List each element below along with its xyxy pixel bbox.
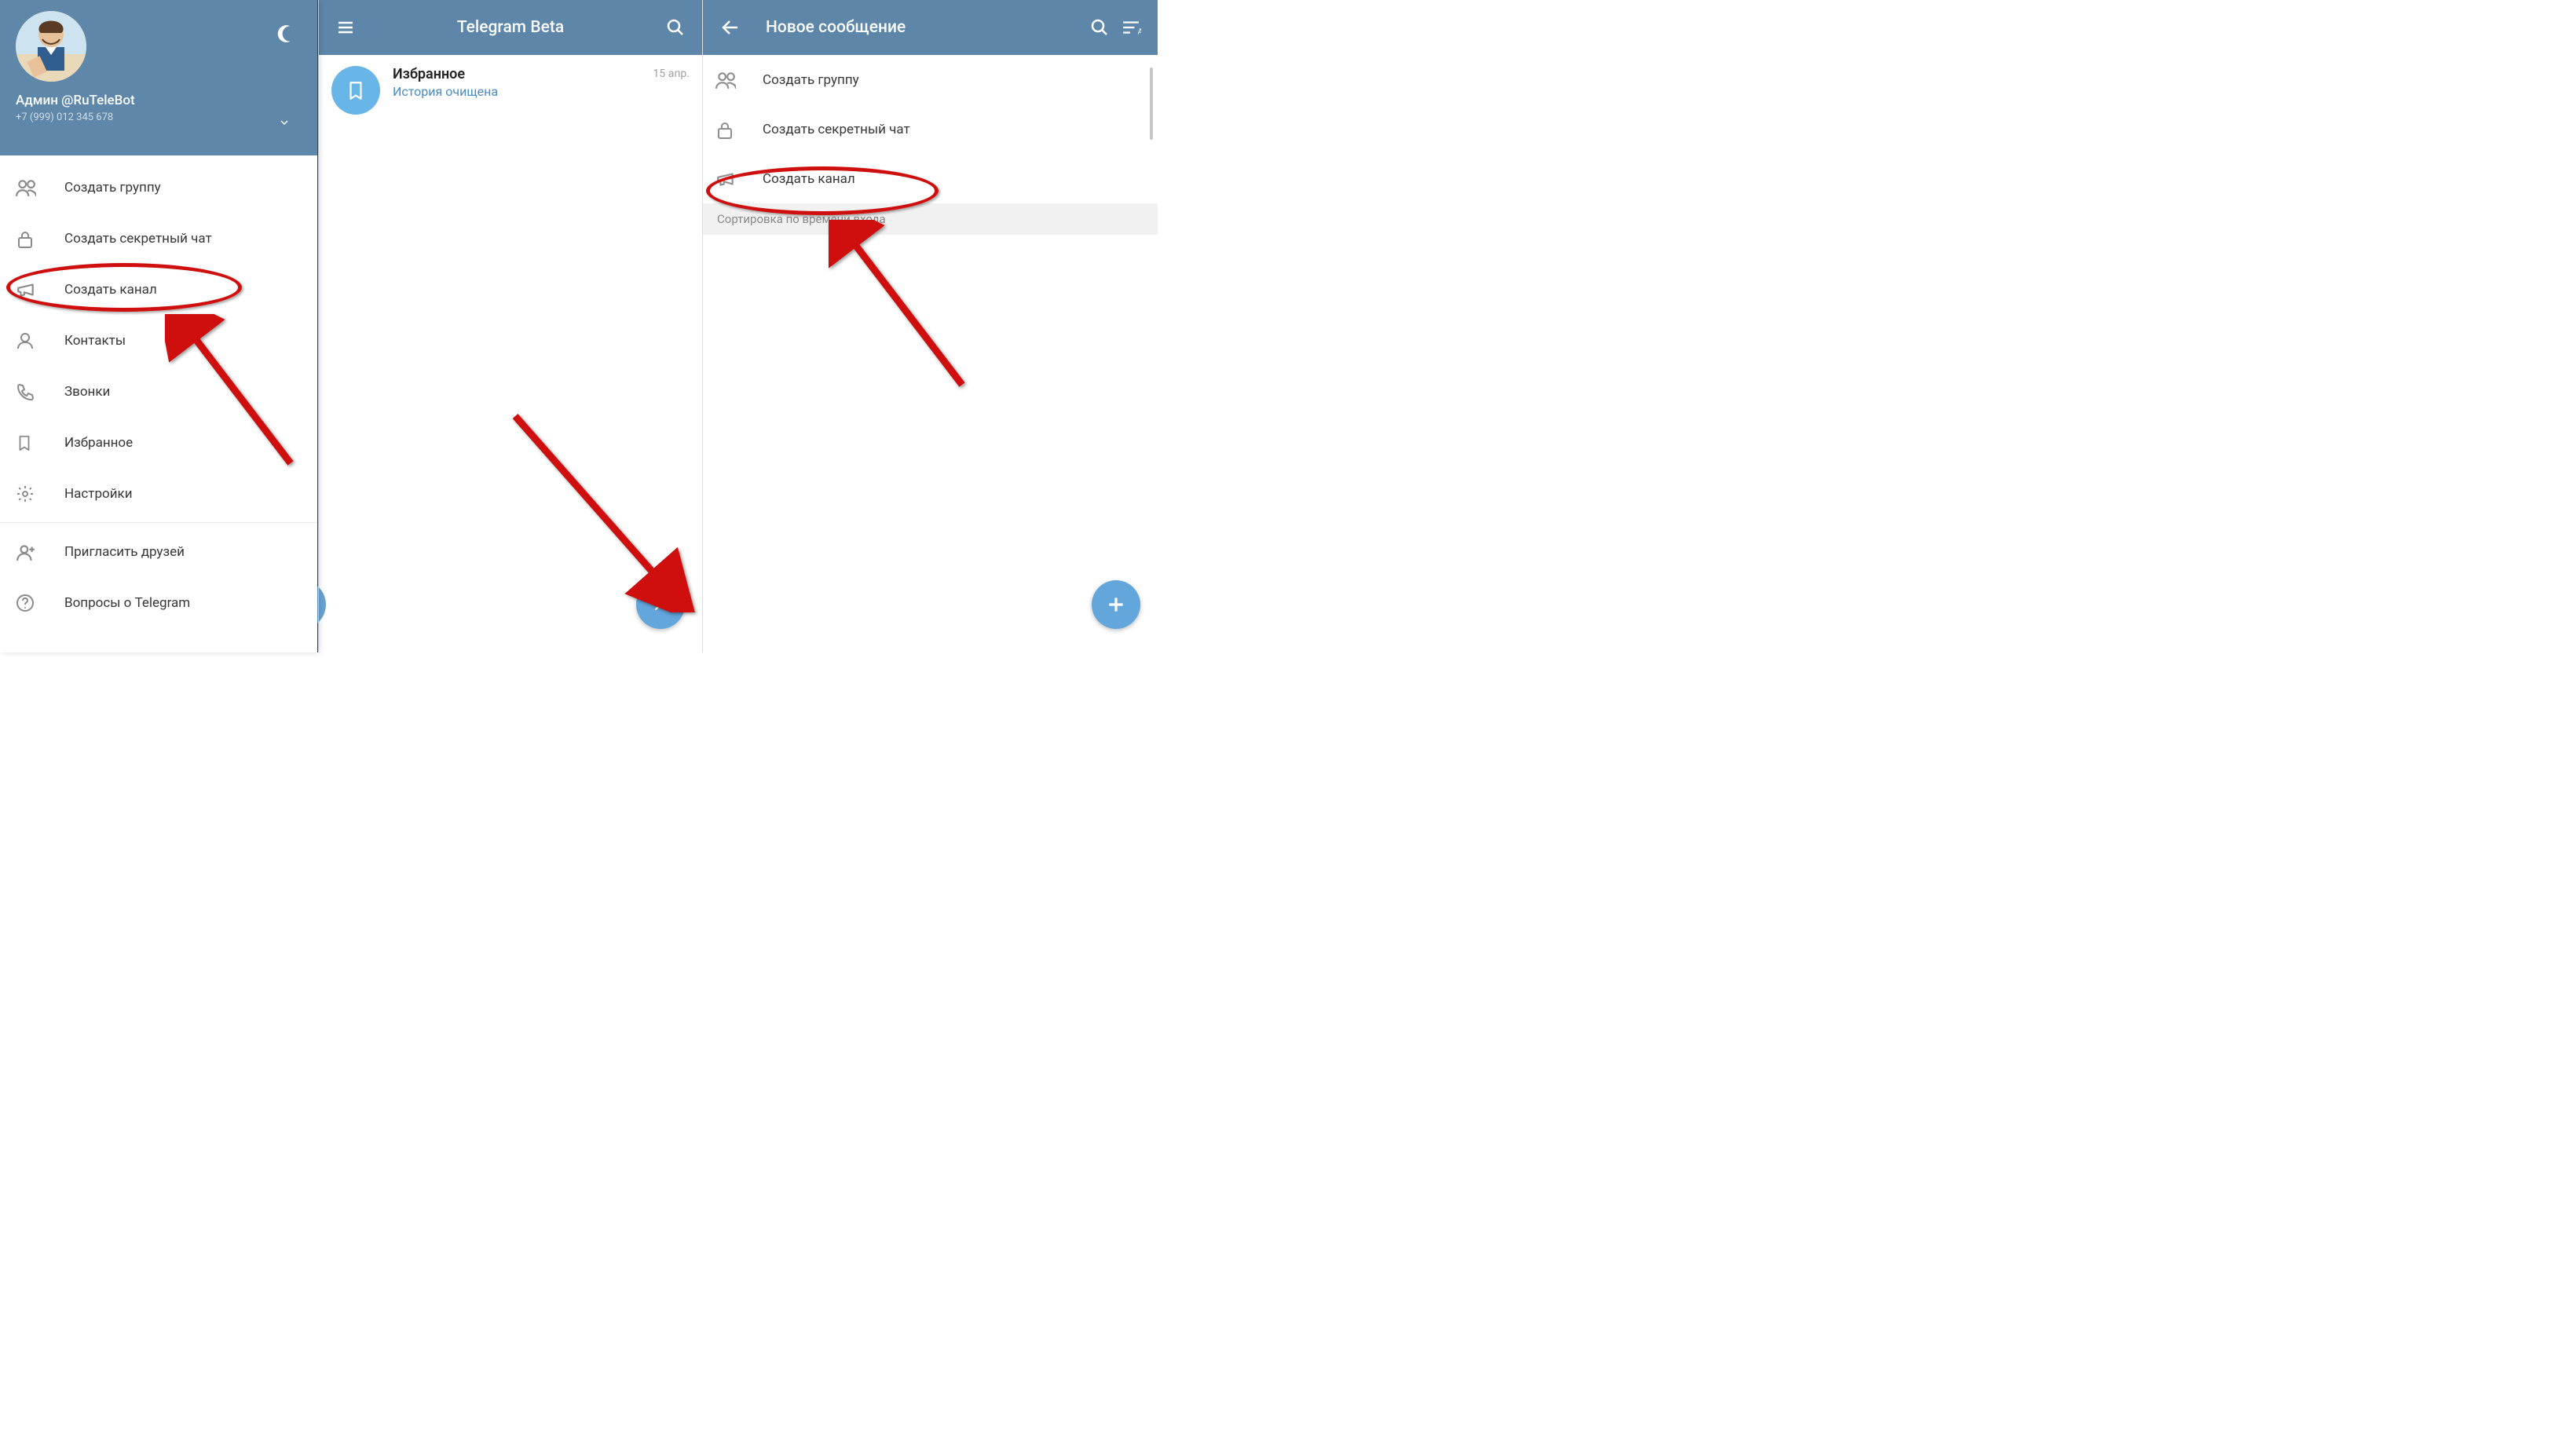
option-create-secret-chat[interactable]: Создать секретный чат [703, 104, 1158, 154]
menu-settings[interactable]: Настройки [0, 468, 317, 519]
back-icon[interactable] [714, 18, 745, 37]
screen-title: Новое сообщение [766, 18, 1084, 37]
drawer-menu: Создать группу Создать секретный чат Соз… [0, 155, 317, 628]
menu-label: Вопросы о Telegram [64, 595, 190, 611]
gear-icon [16, 484, 64, 503]
option-label: Создать группу [763, 72, 859, 88]
search-icon[interactable] [1084, 18, 1115, 37]
menu-invite[interactable]: Пригласить друзей [0, 526, 317, 577]
scrollbar-hint [1150, 68, 1153, 140]
menu-calls[interactable]: Звонки [0, 366, 317, 417]
contact-icon [16, 331, 64, 350]
option-label: Создать секретный чат [763, 122, 910, 137]
panel-chatlist: Telegram Beta Избранное История очищена … [318, 0, 702, 652]
menu-label: Создать секретный чат [64, 231, 212, 247]
lock-icon [16, 229, 64, 248]
navigation-drawer: Админ @RuTeleBot +7 (999) 012 345 678 Со… [0, 0, 317, 652]
menu-create-group[interactable]: Создать группу [0, 162, 317, 213]
help-icon [16, 594, 64, 612]
menu-label: Контакты [64, 333, 126, 349]
megaphone-icon [16, 280, 64, 300]
option-label: Создать канал [763, 171, 855, 187]
search-icon[interactable] [660, 18, 691, 37]
annotation-arrow [829, 220, 986, 400]
menu-faq[interactable]: Вопросы о Telegram [0, 577, 317, 628]
menu-create-secret-chat[interactable]: Создать секретный чат [0, 213, 317, 264]
menu-divider [0, 522, 317, 523]
menu-label: Настройки [64, 486, 133, 502]
chat-row-saved[interactable]: Избранное История очищена 15 апр. [319, 55, 702, 122]
topbar: Telegram Beta [319, 0, 702, 55]
menu-label: Создать группу [64, 180, 161, 196]
lock-icon [715, 120, 763, 139]
phone-icon [16, 382, 64, 401]
saved-avatar [331, 66, 380, 115]
chat-subtitle: История очищена [393, 84, 653, 99]
sort-section-header: Сортировка по времени входа [703, 203, 1158, 235]
panel-new-message: Новое сообщение Создать группу Создать с… [702, 0, 1158, 652]
menu-saved[interactable]: Избранное [0, 417, 317, 468]
option-create-group[interactable]: Создать группу [703, 55, 1158, 104]
drawer-header: Админ @RuTeleBot +7 (999) 012 345 678 [0, 0, 317, 155]
invite-icon [16, 542, 64, 562]
account-chevron-icon[interactable] [278, 116, 291, 129]
hamburger-icon[interactable] [330, 18, 361, 37]
menu-create-channel[interactable]: Создать канал [0, 264, 317, 315]
chat-date: 15 апр. [653, 68, 690, 80]
add-contact-fab[interactable] [1092, 580, 1140, 629]
panel-drawer: 15 апр. Админ @RuTeleBot [0, 0, 318, 652]
menu-label: Пригласить друзей [64, 544, 185, 560]
night-mode-icon[interactable] [276, 24, 297, 44]
chat-row-text: Избранное История очищена [393, 66, 653, 99]
megaphone-icon [715, 169, 763, 189]
group-icon [715, 70, 763, 90]
app-title: Telegram Beta [361, 18, 660, 37]
bookmark-icon [16, 434, 64, 451]
group-icon [16, 177, 64, 198]
topbar: Новое сообщение [703, 0, 1158, 55]
option-create-channel[interactable]: Создать канал [703, 154, 1158, 203]
menu-label: Создать канал [64, 282, 157, 298]
drawer-username: Админ @RuTeleBot [16, 93, 302, 108]
drawer-phone: +7 (999) 012 345 678 [16, 111, 302, 123]
menu-label: Избранное [64, 435, 133, 451]
user-avatar[interactable] [16, 11, 86, 82]
compose-fab[interactable] [636, 580, 685, 629]
chat-title: Избранное [393, 66, 653, 82]
sort-icon[interactable] [1115, 17, 1147, 38]
menu-label: Звонки [64, 384, 110, 400]
menu-contacts[interactable]: Контакты [0, 315, 317, 366]
